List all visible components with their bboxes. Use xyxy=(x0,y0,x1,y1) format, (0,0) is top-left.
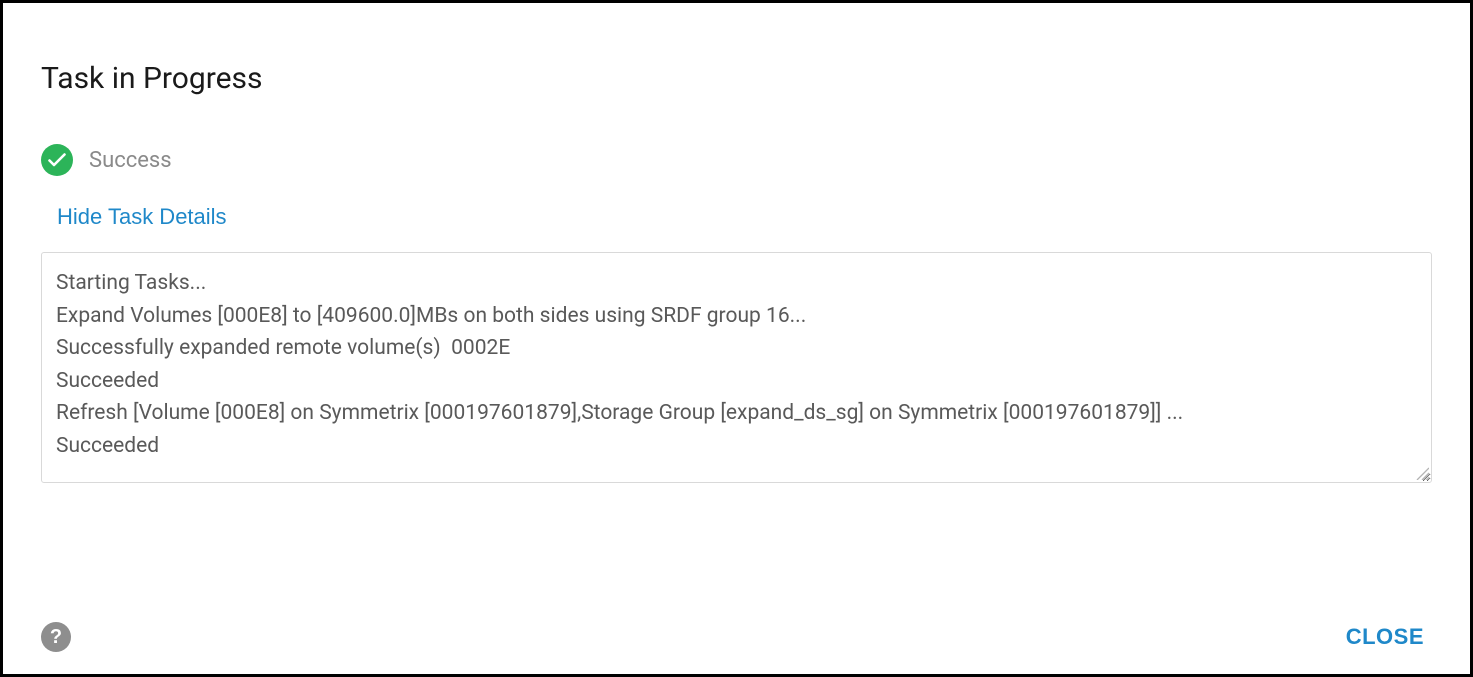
close-button[interactable]: CLOSE xyxy=(1338,618,1432,656)
log-line: Succeeded xyxy=(56,430,1417,463)
dialog-title: Task in Progress xyxy=(41,61,1432,96)
success-check-icon xyxy=(41,144,73,176)
log-line: Expand Volumes [000E8] to [409600.0]MBs … xyxy=(56,300,1417,333)
status-label: Success xyxy=(89,148,172,173)
task-progress-dialog: Task in Progress Success Hide Task Detai… xyxy=(0,0,1473,677)
log-line: Refresh [Volume [000E8] on Symmetrix [00… xyxy=(56,397,1417,430)
task-log-box[interactable]: Starting Tasks... Expand Volumes [000E8]… xyxy=(41,252,1432,483)
resize-handle-icon xyxy=(1415,466,1429,480)
hide-task-details-toggle[interactable]: Hide Task Details xyxy=(57,204,227,230)
log-line: Starting Tasks... xyxy=(56,267,1417,300)
status-row: Success xyxy=(41,144,1432,176)
help-icon[interactable]: ? xyxy=(41,622,71,652)
log-line: Succeeded xyxy=(56,365,1417,398)
dialog-footer: ? CLOSE xyxy=(41,618,1432,656)
log-line: Successfully expanded remote volume(s) 0… xyxy=(56,332,1417,365)
